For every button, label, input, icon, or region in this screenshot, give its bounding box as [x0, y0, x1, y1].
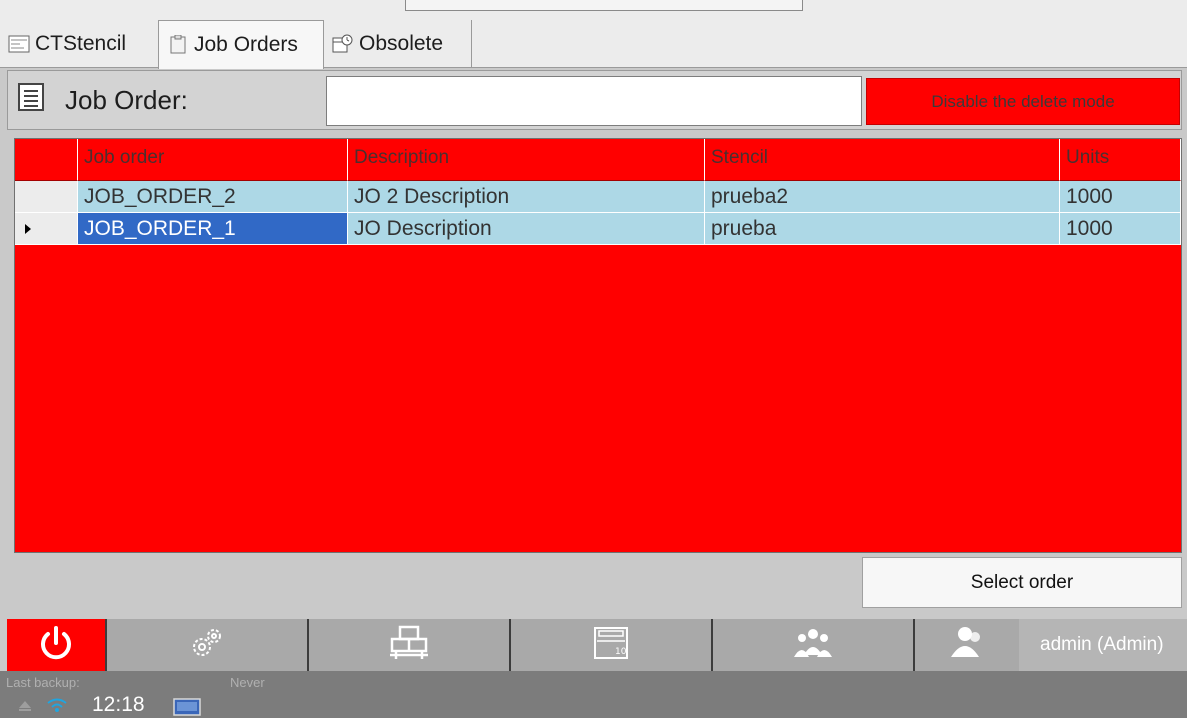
last-backup-value: Never [230, 675, 265, 690]
row-header[interactable] [15, 181, 78, 213]
top-panel-edge [405, 0, 803, 11]
svg-text:10: 10 [615, 647, 627, 657]
tab-bar: CTStencil Job Orders Obsolete [0, 0, 1187, 69]
tab-label: Job Orders [194, 33, 298, 56]
tab-ctstencil[interactable]: CTStencil [0, 20, 158, 68]
cell-units[interactable]: 1000 [1060, 181, 1181, 213]
user-button[interactable] [915, 619, 1019, 671]
last-backup-label: Last backup: [6, 675, 80, 690]
gears-icon [187, 623, 227, 668]
current-row-arrow-icon [25, 224, 31, 234]
tab-label: CTStencil [35, 32, 127, 55]
cell-description[interactable]: JO 2 Description [348, 181, 705, 213]
pallet-button[interactable] [309, 619, 511, 671]
users-button[interactable] [713, 619, 915, 671]
eject-icon[interactable] [18, 699, 32, 718]
job-orders-grid: Job order Description Stencil Units JOB_… [14, 138, 1182, 553]
header-row-indicator [15, 139, 78, 181]
cell-stencil[interactable]: prueba [705, 213, 1060, 245]
job-order-label: Job Order: [65, 85, 188, 115]
table-row[interactable]: JOB_ORDER_2 JO 2 Description prueba2 100… [15, 181, 1181, 213]
tab-obsolete[interactable]: Obsolete [324, 20, 472, 68]
column-header-job-order[interactable]: Job order [78, 139, 348, 181]
column-header-stencil[interactable]: Stencil [705, 139, 1060, 181]
table-row[interactable]: JOB_ORDER_1 JO Description prueba 1000 [15, 213, 1181, 245]
column-header-units[interactable]: Units [1060, 139, 1181, 181]
disable-delete-mode-button[interactable]: Disable the delete mode [866, 78, 1180, 125]
cell-job-order[interactable]: JOB_ORDER_1 [78, 213, 348, 245]
power-icon [36, 623, 76, 668]
user-icon [945, 623, 989, 668]
settings-button[interactable] [107, 619, 309, 671]
grid-header: Job order Description Stencil Units [15, 139, 1181, 181]
stencil-frame-icon: 10 [591, 623, 631, 668]
stencil-button[interactable]: 10 [511, 619, 713, 671]
pallet-icon [388, 623, 430, 668]
current-user-label: admin (Admin) [1040, 634, 1164, 655]
row-header[interactable] [15, 213, 78, 245]
display-icon[interactable] [173, 698, 201, 718]
column-header-description[interactable]: Description [348, 139, 705, 181]
cell-stencil[interactable]: prueba2 [705, 181, 1060, 213]
cell-units[interactable]: 1000 [1060, 213, 1181, 245]
clipboard-icon [167, 34, 189, 55]
job-order-input[interactable] [326, 76, 862, 126]
power-button[interactable] [7, 619, 107, 671]
status-bar: Last backup: Never 12:18 [0, 671, 1187, 718]
users-group-icon [791, 623, 835, 668]
job-list-icon [18, 83, 44, 111]
bottom-nav: 10 admin (Admin) [7, 619, 1187, 671]
tab-label: Obsolete [359, 32, 444, 55]
calendar-icon [332, 34, 354, 54]
job-order-bar: Job Order: Disable the delete mode [7, 70, 1182, 130]
cell-job-order[interactable]: JOB_ORDER_2 [78, 181, 348, 213]
stencil-icon [8, 34, 30, 54]
wifi-icon[interactable] [46, 697, 68, 718]
select-order-button[interactable]: Select order [862, 557, 1182, 608]
clock-time: 12:18 [92, 693, 145, 716]
tab-job-orders[interactable]: Job Orders [158, 20, 324, 69]
cell-description[interactable]: JO Description [348, 213, 705, 245]
